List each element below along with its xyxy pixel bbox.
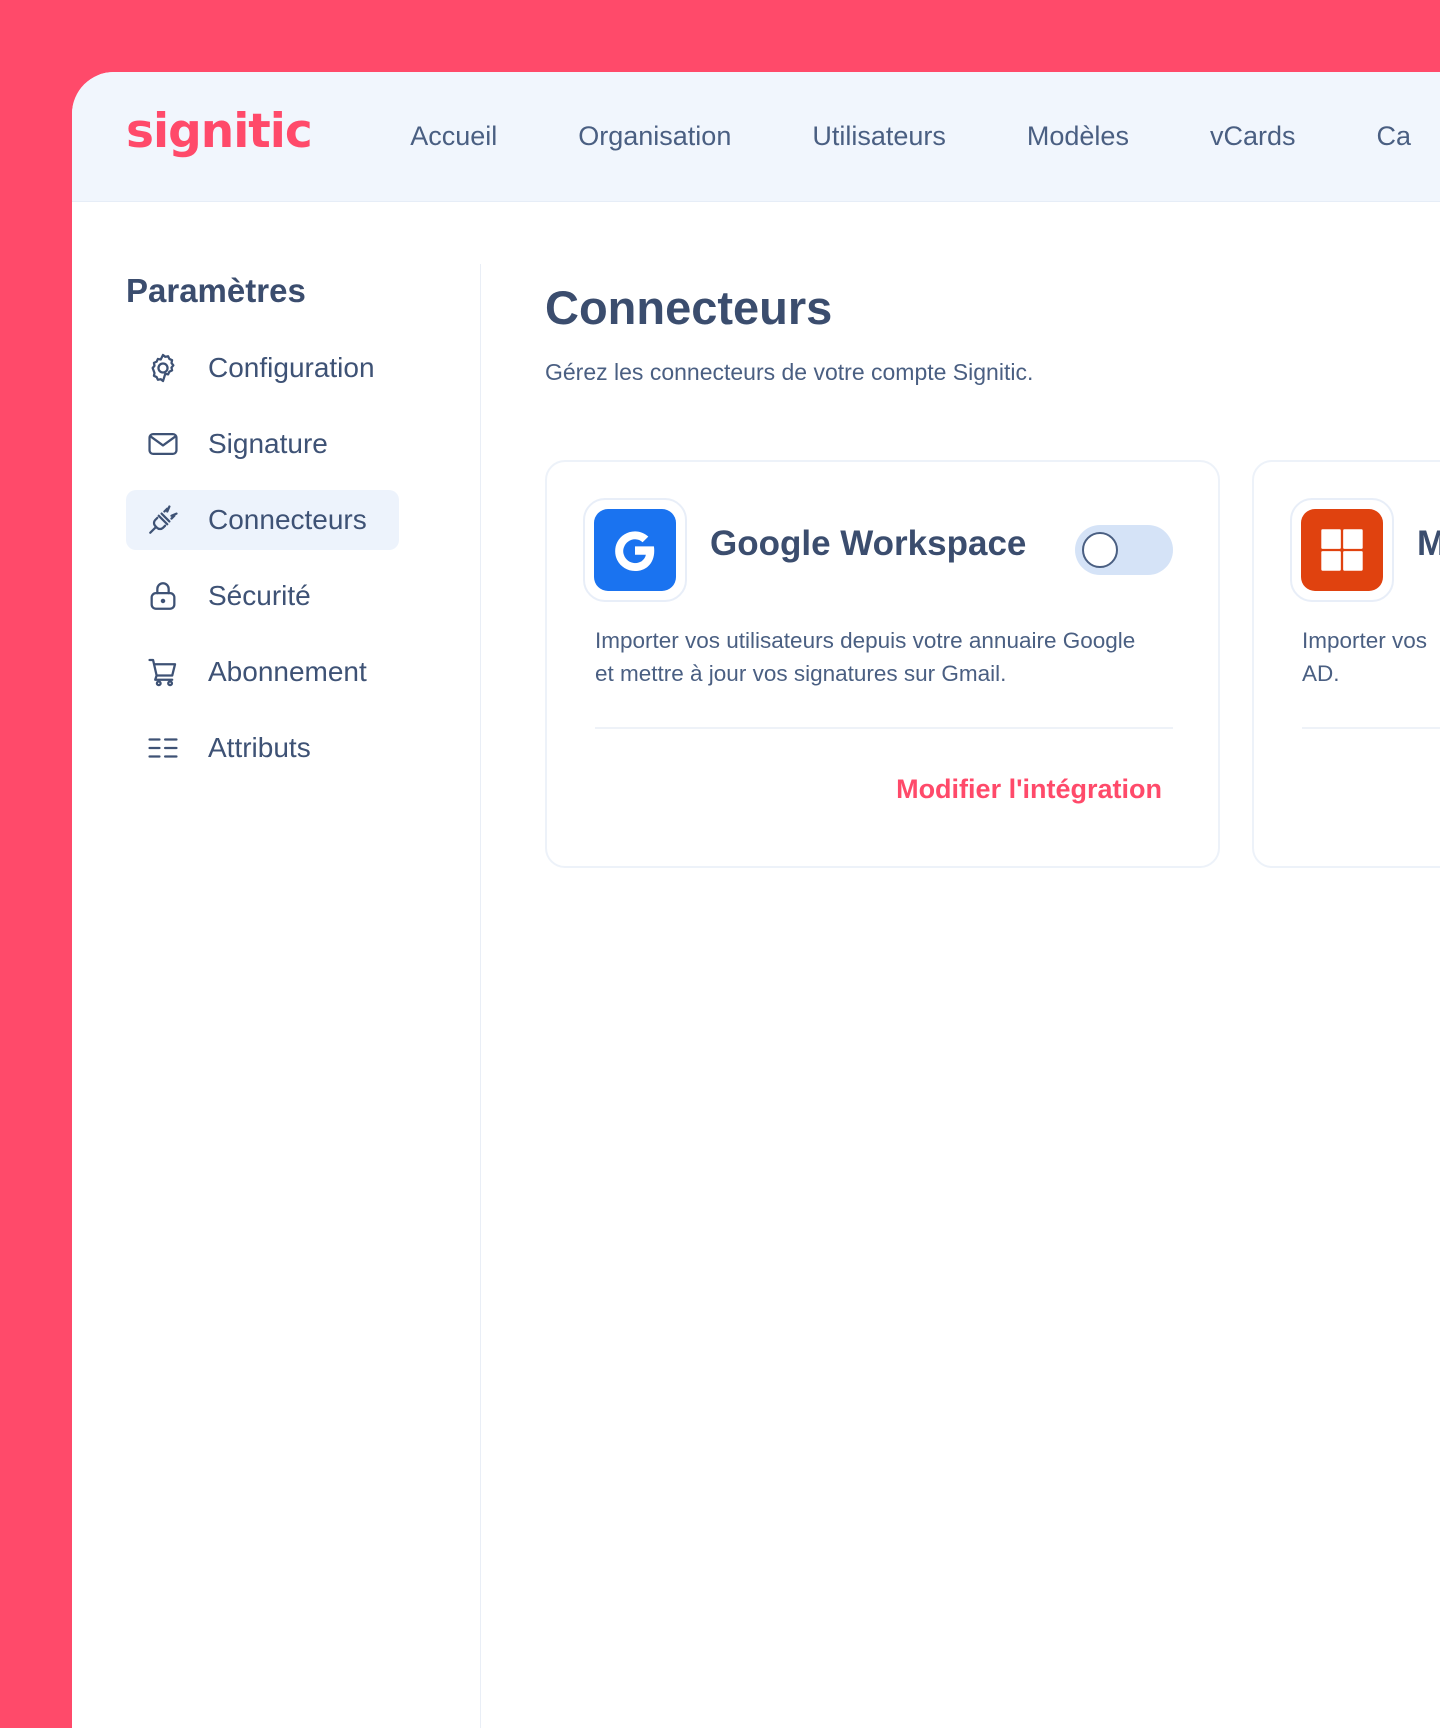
connector-toggle[interactable] bbox=[1075, 525, 1173, 575]
sidebar-title: Paramètres bbox=[126, 272, 306, 309]
gear-icon bbox=[146, 351, 180, 385]
card-divider bbox=[595, 727, 1173, 729]
main-panel: Connecteurs Gérez les connecteurs de vot… bbox=[545, 280, 1033, 386]
connector-card-google: Google Workspace Importer vos utilisateu… bbox=[545, 460, 1220, 868]
connector-description: Importer vos AD. bbox=[1302, 628, 1428, 686]
toggle-knob bbox=[1082, 532, 1118, 568]
sidebar-item-configuration[interactable]: Configuration bbox=[126, 338, 399, 398]
envelope-icon bbox=[146, 427, 180, 461]
sidebar-item-label: Attributs bbox=[208, 732, 311, 763]
connector-card-microsoft: M Importer vos AD. bbox=[1252, 460, 1440, 868]
microsoft-icon bbox=[1301, 509, 1383, 591]
sidebar-item-label: Connecteurs bbox=[208, 504, 367, 535]
sidebar-item-label: Sécurité bbox=[208, 580, 311, 611]
plug-icon bbox=[146, 503, 180, 537]
nav-item-utilisateurs[interactable]: Utilisateurs bbox=[812, 121, 946, 152]
sidebar-item-attributs[interactable]: Attributs bbox=[126, 718, 399, 778]
google-icon bbox=[594, 509, 676, 591]
connector-description: Importer vos utilisateurs depuis votre a… bbox=[595, 628, 1136, 686]
nav-item-vcards[interactable]: vCards bbox=[1210, 121, 1296, 152]
settings-sidebar: Paramètres Configuration Signature Conne… bbox=[126, 272, 426, 794]
nav-item-organisation[interactable]: Organisation bbox=[578, 121, 731, 152]
list-icon bbox=[146, 731, 180, 765]
page-subtitle: Gérez les connecteurs de votre compte Si… bbox=[545, 359, 1034, 385]
page-title: Connecteurs bbox=[545, 281, 833, 334]
edit-integration-link[interactable]: Modifier l'intégration bbox=[896, 774, 1162, 805]
top-navigation-bar: signitic Accueil Organisation Utilisateu… bbox=[72, 72, 1440, 202]
cart-icon bbox=[146, 655, 180, 689]
sidebar-item-label: Signature bbox=[208, 428, 328, 459]
sidebar-divider bbox=[480, 264, 481, 1728]
sidebar-item-label: Abonnement bbox=[208, 656, 367, 687]
main-nav: Accueil Organisation Utilisateurs Modèle… bbox=[410, 121, 1440, 152]
sidebar-item-securite[interactable]: Sécurité bbox=[126, 566, 399, 626]
nav-item-modeles[interactable]: Modèles bbox=[1027, 121, 1129, 152]
signitic-logo[interactable]: signitic bbox=[126, 108, 410, 155]
sidebar-item-abonnement[interactable]: Abonnement bbox=[126, 642, 399, 702]
nav-item-truncated[interactable]: Ca bbox=[1376, 121, 1411, 152]
app-window: signitic Accueil Organisation Utilisateu… bbox=[72, 72, 1440, 1728]
connector-icon-frame bbox=[583, 498, 687, 602]
card-divider bbox=[1302, 727, 1440, 729]
lock-icon bbox=[146, 579, 180, 613]
sidebar-item-label: Configuration bbox=[208, 352, 375, 383]
sidebar-item-connecteurs[interactable]: Connecteurs bbox=[126, 490, 399, 550]
content-area: Paramètres Configuration Signature Conne… bbox=[72, 202, 1440, 1728]
connector-name: Google Workspace bbox=[710, 524, 1027, 563]
connector-icon-frame bbox=[1290, 498, 1394, 602]
sidebar-item-signature[interactable]: Signature bbox=[126, 414, 399, 474]
nav-item-accueil[interactable]: Accueil bbox=[410, 121, 497, 152]
connector-name: M bbox=[1417, 524, 1440, 563]
